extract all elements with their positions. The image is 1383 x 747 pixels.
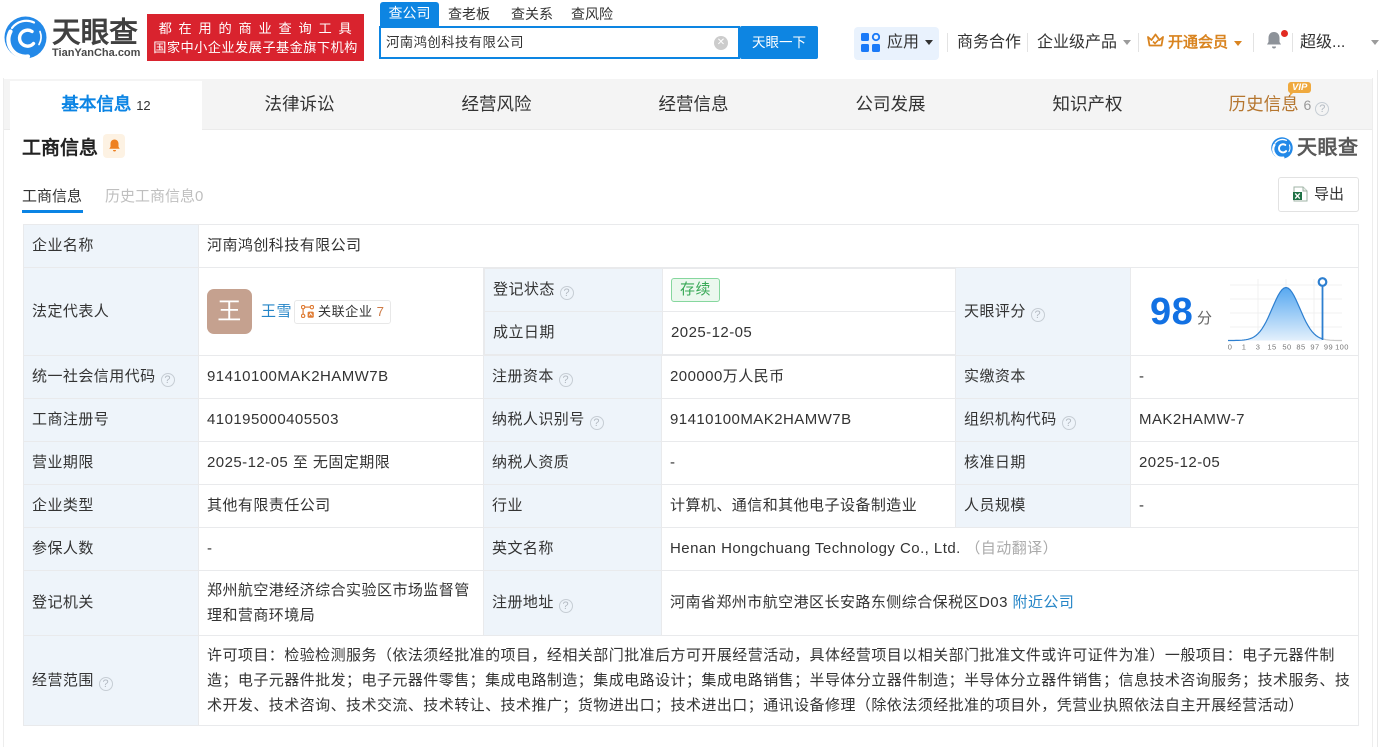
svg-text:97: 97 — [1310, 342, 1319, 351]
svg-text:85: 85 — [1296, 342, 1305, 351]
svg-text:50: 50 — [1282, 342, 1291, 351]
svg-text:3: 3 — [1256, 342, 1261, 351]
svg-text:100: 100 — [1335, 342, 1349, 351]
svg-text:15: 15 — [1267, 342, 1276, 351]
svg-text:1: 1 — [1242, 342, 1247, 351]
svg-text:0: 0 — [1228, 342, 1233, 351]
svg-text:99: 99 — [1324, 342, 1333, 351]
